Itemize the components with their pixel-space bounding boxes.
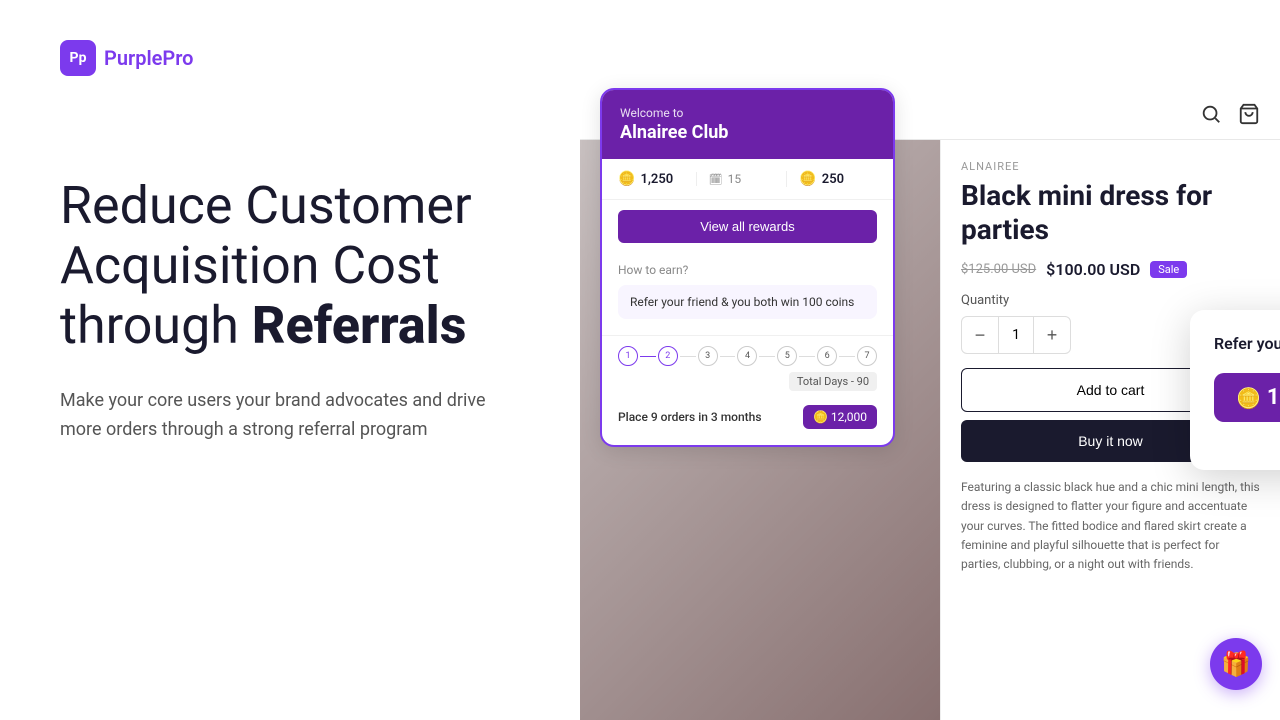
you-win-box: 🪙 100 You win: [1214, 373, 1280, 442]
step-3: 3: [698, 346, 718, 366]
gift-icon: 🎁: [1221, 650, 1251, 678]
you-win-amount: 100: [1267, 385, 1280, 410]
place-order-text: Place 9 orders in 3 months: [618, 410, 762, 424]
product-price-row: $125.00 USD $100.00 USD Sale: [961, 260, 1260, 279]
right-panel: Al ALNAIREE Black mini dress for parties…: [580, 0, 1280, 720]
loyalty-welcome: Welcome to: [620, 106, 875, 120]
earn-section: How to earn? Refer your friend & you bot…: [602, 253, 893, 335]
coin-icon: 🪙: [618, 171, 635, 187]
step-dot-1: [640, 356, 656, 357]
step-5: 5: [777, 346, 797, 366]
modal-title: Refer your friend & you both win 100 coi…: [1214, 334, 1280, 353]
search-icon[interactable]: [1200, 103, 1222, 125]
step-dot-2: [680, 356, 696, 357]
referral-coins-row: 🪙 100 You win 🪙 100 Your friend wins: [1214, 373, 1280, 446]
you-win-coin-icon: 🪙: [1236, 386, 1261, 410]
product-description: Featuring a classic black hue and a chic…: [961, 478, 1260, 574]
earn-item-referral: Refer your friend & you both win 100 coi…: [618, 285, 877, 319]
quantity-label: Quantity: [961, 293, 1260, 308]
hero-heading: Reduce Customer Acquisition Cost through…: [60, 176, 520, 355]
place-order-reward: 🪙 12,000: [803, 405, 877, 429]
cart-icon[interactable]: [1238, 103, 1260, 125]
product-title: Black mini dress for parties: [961, 179, 1260, 246]
quantity-value: 1: [998, 317, 1034, 353]
hero-subtext: Make your core users your brand advocate…: [60, 387, 520, 445]
stamp-icon: 🗓: [709, 173, 723, 186]
shop-topbar-icons: [1200, 103, 1260, 125]
loyalty-header: Welcome to Alnairee Club: [602, 90, 893, 159]
step-1: 1: [618, 346, 638, 366]
loyalty-widget: Welcome to Alnairee Club 🪙 1,250 🗓 15 🪙 …: [600, 88, 895, 447]
coins-value: 1,250: [640, 172, 673, 187]
price-sale: $100.00 USD: [1046, 260, 1140, 279]
quantity-minus-button[interactable]: −: [962, 317, 998, 353]
logo-icon: Pp: [60, 40, 96, 76]
logo-text: PurplePro: [104, 46, 193, 70]
sale-badge: Sale: [1150, 261, 1187, 278]
place-order-row: Place 9 orders in 3 months 🪙 12,000: [618, 399, 877, 435]
extra-coins-value: 250: [822, 172, 844, 187]
earn-title: How to earn?: [618, 263, 877, 277]
step-dot-3: [720, 356, 736, 357]
step-4: 4: [737, 346, 757, 366]
view-rewards-button[interactable]: View all rewards: [618, 210, 877, 243]
price-original: $125.00 USD: [961, 262, 1036, 277]
step-dot-6: [839, 356, 855, 357]
step-6: 6: [817, 346, 837, 366]
total-days-badge: Total Days - 90: [789, 372, 877, 391]
loyalty-stats: 🪙 1,250 🗓 15 🪙 250: [602, 159, 893, 200]
quantity-control: − 1 +: [961, 316, 1071, 354]
logo-area: Pp PurplePro: [60, 40, 520, 76]
coins-stat: 🪙 1,250: [618, 171, 696, 187]
stamps-value: 15: [728, 172, 742, 186]
step-2: 2: [658, 346, 678, 366]
gift-button[interactable]: 🎁: [1210, 638, 1262, 690]
extra-coins-stat: 🪙 250: [786, 171, 877, 187]
left-panel: Pp PurplePro Reduce Customer Acquisition…: [0, 0, 580, 720]
referral-modal: Refer your friend & you both win 100 coi…: [1190, 310, 1280, 470]
step-dot-5: [799, 356, 815, 357]
step-dot-4: [759, 356, 775, 357]
stamps-stat: 🗓 15: [696, 172, 787, 186]
steps-section: 1 2 3 4 5 6 7 Total Days - 90 Place 9 or…: [602, 335, 893, 445]
step-7: 7: [857, 346, 877, 366]
product-brand: ALNAIREE: [961, 160, 1260, 173]
quantity-plus-button[interactable]: +: [1034, 317, 1070, 353]
you-win-label: You win: [1249, 428, 1280, 442]
extra-coin-icon: 🪙: [799, 171, 816, 187]
steps-row: 1 2 3 4 5 6 7: [618, 346, 877, 366]
loyalty-club-name: Alnairee Club: [620, 122, 875, 143]
you-win-coin-box: 🪙 100: [1214, 373, 1280, 422]
